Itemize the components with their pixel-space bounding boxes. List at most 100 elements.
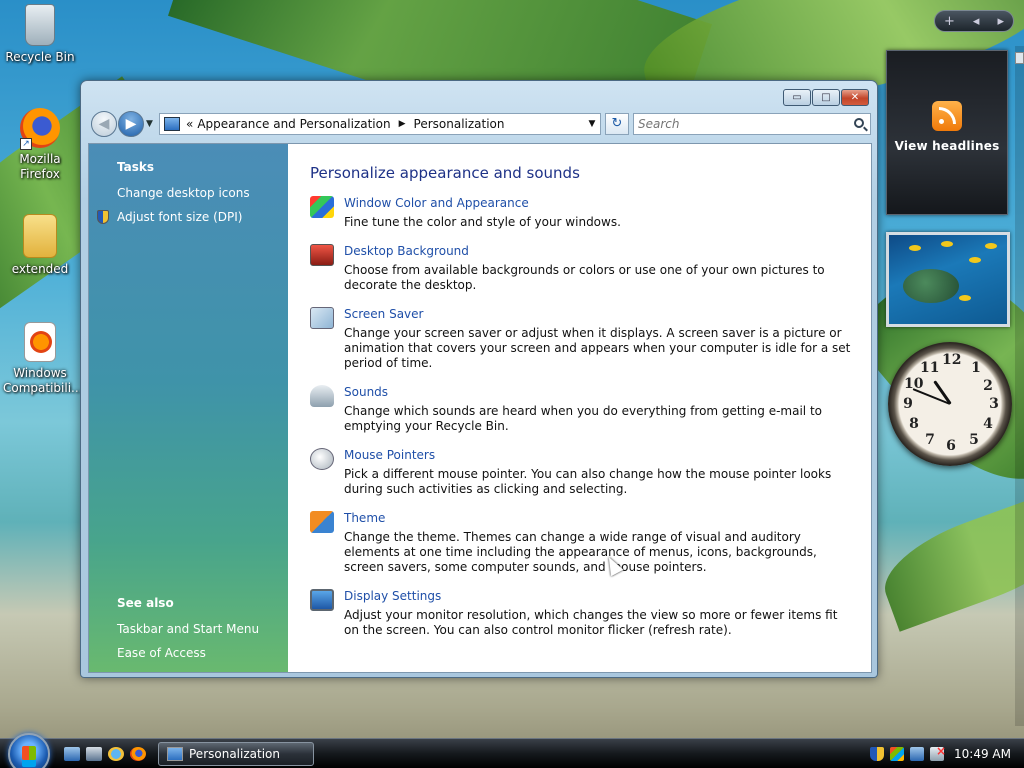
list-item: Sounds Change which sounds are heard whe… <box>310 385 871 434</box>
item-description: Choose from available backgrounds or col… <box>344 263 825 292</box>
volume-muted-icon[interactable] <box>930 747 944 761</box>
mouse-pointers-icon[interactable] <box>310 448 334 470</box>
fish-image <box>909 245 921 251</box>
start-button[interactable] <box>8 733 50 768</box>
desktop-background-icon[interactable] <box>310 244 334 266</box>
task-label: Adjust font size (DPI) <box>117 210 243 224</box>
desktop-icon-label: Mozilla Firefox <box>19 152 61 181</box>
window-color-and-appearance-link[interactable]: Window Color and Appearance <box>344 196 529 210</box>
address-dropdown-button[interactable]: ▼ <box>584 119 600 129</box>
display-settings-icon[interactable] <box>310 589 334 611</box>
desktop-icon-extended[interactable]: extended <box>0 214 80 277</box>
previous-gadget-button[interactable]: ◂ <box>973 14 980 29</box>
rss-feed-icon <box>932 101 962 131</box>
navigation-bar: ◀ ▶ ▼ « Appearance and Personalization ▶… <box>89 111 871 137</box>
desktop-background-link[interactable]: Desktop Background <box>344 244 469 258</box>
search-icon[interactable] <box>854 118 864 128</box>
window-color-icon[interactable] <box>310 196 334 218</box>
page-title: Personalize appearance and sounds <box>310 164 580 182</box>
search-box <box>633 113 871 135</box>
back-button[interactable]: ◀ <box>91 111 117 137</box>
internet-explorer-icon[interactable] <box>108 747 124 761</box>
theme-icon[interactable] <box>310 511 334 533</box>
feed-headlines-gadget[interactable]: View headlines <box>886 50 1008 215</box>
see-also-section: See also Taskbar and Start Menu Ease of … <box>89 580 288 670</box>
maximize-button[interactable]: □ <box>812 89 840 106</box>
show-desktop-icon[interactable] <box>64 747 80 761</box>
item-description: Change which sounds are heard when you d… <box>344 404 822 433</box>
see-also-taskbar-and-start-menu[interactable]: Taskbar and Start Menu <box>117 622 288 636</box>
fish-image <box>941 241 953 247</box>
fish-image <box>969 257 981 263</box>
tasks-heading: Tasks <box>117 160 155 174</box>
control-panel-icon <box>167 747 183 761</box>
screen-saver-icon[interactable] <box>310 307 334 329</box>
refresh-button[interactable]: ↻ <box>605 113 629 135</box>
item-description: Change your screen saver or adjust when … <box>344 326 851 370</box>
breadcrumb-overflow[interactable]: « <box>186 117 193 131</box>
minimize-button[interactable]: ▭ <box>783 89 811 106</box>
security-shield-icon[interactable] <box>870 747 884 761</box>
compatibility-document-icon <box>24 322 56 362</box>
taskbar-button-personalization[interactable]: Personalization <box>158 742 314 766</box>
firefox-icon[interactable] <box>130 747 146 761</box>
breadcrumb-separator-icon[interactable]: ▶ <box>395 119 410 129</box>
taskbar-clock[interactable]: 10:49 AM <box>954 747 1011 761</box>
sounds-icon[interactable] <box>310 385 334 407</box>
window-controls: ▭ □ ✕ <box>783 89 869 106</box>
firefox-icon: ↗ <box>20 108 60 150</box>
control-panel-icon <box>164 117 180 131</box>
shortcut-arrow-icon: ↗ <box>20 138 32 150</box>
sea-turtle-image <box>903 269 959 303</box>
windows-flag-icon[interactable] <box>890 747 904 761</box>
item-description: Fine tune the color and style of your wi… <box>344 215 621 229</box>
breadcrumb-appearance-and-personalization[interactable]: Appearance and Personalization <box>193 117 394 131</box>
sidebar-scroll-thumb[interactable] <box>1015 52 1024 64</box>
feed-gadget-label[interactable]: View headlines <box>887 139 1007 153</box>
list-item: Desktop Background Choose from available… <box>310 244 871 293</box>
sidebar-scroll-strip[interactable] <box>1015 46 1024 726</box>
main-pane: Personalize appearance and sounds Window… <box>288 144 871 672</box>
mouse-pointers-link[interactable]: Mouse Pointers <box>344 448 435 462</box>
content-area: Tasks Change desktop icons Adjust font s… <box>88 143 872 673</box>
task-change-desktop-icons[interactable]: Change desktop icons <box>117 186 288 200</box>
list-item: Window Color and Appearance Fine tune th… <box>310 196 871 230</box>
sounds-link[interactable]: Sounds <box>344 385 388 399</box>
forward-button[interactable]: ▶ <box>118 111 144 137</box>
switch-windows-icon[interactable] <box>86 747 102 761</box>
add-gadget-button[interactable]: + <box>944 14 955 29</box>
desktop-icon-windows-compatibility[interactable]: Windows Compatibili... <box>0 322 83 396</box>
display-settings-link[interactable]: Display Settings <box>344 589 441 603</box>
task-adjust-font-size[interactable]: Adjust font size (DPI) <box>97 210 288 224</box>
breadcrumb-personalization[interactable]: Personalization <box>410 117 509 131</box>
list-item: Theme Change the theme. Themes can chang… <box>310 511 871 575</box>
desktop-icon-recycle-bin[interactable]: Recycle Bin <box>0 4 80 65</box>
clock-gadget[interactable]: 12 1 2 3 4 5 6 7 8 9 10 11 <box>888 342 1012 466</box>
desktop-icon-label: extended <box>11 262 69 276</box>
taskbar: Personalization 10:49 AM <box>0 733 1024 768</box>
item-description: Adjust your monitor resolution, which ch… <box>344 608 838 637</box>
list-item: Mouse Pointers Pick a different mouse po… <box>310 448 871 497</box>
recycle-bin-icon <box>25 4 55 46</box>
desktop-icon-label: Windows Compatibili... <box>3 366 83 395</box>
list-item: Screen Saver Change your screen saver or… <box>310 307 871 371</box>
network-icon[interactable] <box>910 747 924 761</box>
recent-pages-dropdown[interactable]: ▼ <box>146 119 153 129</box>
notification-area: 10:49 AM <box>870 743 1011 765</box>
next-gadget-button[interactable]: ▸ <box>997 14 1004 29</box>
slideshow-gadget[interactable] <box>886 232 1010 327</box>
item-description: Pick a different mouse pointer. You can … <box>344 467 832 496</box>
see-also-ease-of-access[interactable]: Ease of Access <box>117 646 288 660</box>
desktop-icon-label: Recycle Bin <box>5 50 75 64</box>
desktop-icon-firefox[interactable]: ↗ Mozilla Firefox <box>0 108 80 182</box>
taskbar-button-label: Personalization <box>189 747 280 761</box>
screen-saver-link[interactable]: Screen Saver <box>344 307 423 321</box>
address-bar[interactable]: « Appearance and Personalization ▶ Perso… <box>159 113 601 135</box>
close-button[interactable]: ✕ <box>841 89 869 106</box>
personalization-window: ▭ □ ✕ ◀ ▶ ▼ « Appearance and Personaliza… <box>80 80 878 678</box>
folder-icon <box>23 214 57 258</box>
uac-shield-icon <box>97 210 109 224</box>
item-description: Change the theme. Themes can change a wi… <box>344 530 817 574</box>
theme-link[interactable]: Theme <box>344 511 385 525</box>
search-input[interactable] <box>634 114 844 134</box>
